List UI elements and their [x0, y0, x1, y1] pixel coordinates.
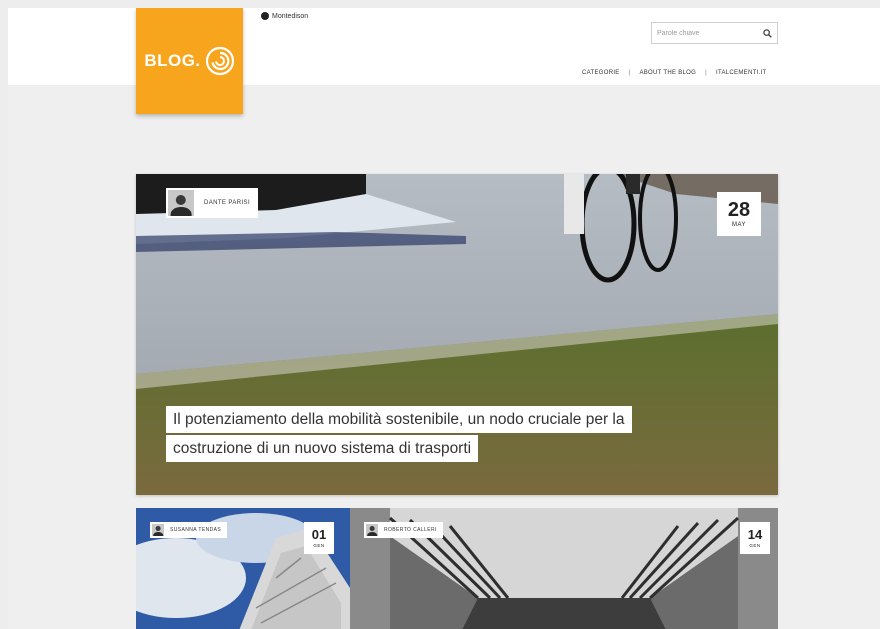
post-title[interactable]: Il potenziamento della mobilità sostenib…: [166, 406, 726, 464]
page-frame: Montedison CATEGORIE | ABOUT THE BLOG | …: [8, 8, 880, 629]
author-badge[interactable]: DANTE PARISI: [166, 188, 259, 218]
search-icon[interactable]: [763, 28, 772, 38]
nav-item-italcementi[interactable]: ITALCEMENTI.IT: [716, 70, 766, 76]
date-month: MAY: [731, 222, 747, 228]
search-input[interactable]: [657, 29, 757, 37]
post-title-line: costruzione di un nuovo sistema di trasp…: [166, 435, 479, 462]
nav-separator: |: [705, 70, 707, 76]
brand-dot-icon: [261, 12, 269, 20]
author-name: DANTE PARISI: [204, 200, 251, 206]
author-avatar: [152, 524, 164, 536]
author-name: SUSANNA TENDAS: [170, 527, 222, 533]
brand-mark[interactable]: Montedison: [261, 12, 308, 20]
date-day: 28: [727, 199, 751, 221]
post-title-line: Il potenziamento della mobilità sostenib…: [166, 406, 632, 433]
date-badge: 01 GEN: [304, 522, 334, 554]
blog-logo[interactable]: BLOG.: [136, 8, 243, 114]
post-card[interactable]: SUSANNA TENDAS 01 GEN: [136, 508, 350, 629]
date-day: 14: [747, 527, 763, 542]
author-name: ROBERTO CALLERI: [384, 527, 437, 533]
search-box[interactable]: [651, 22, 778, 44]
brand-name: Montedison: [272, 12, 309, 20]
nav-item-about[interactable]: ABOUT THE BLOG: [639, 70, 696, 76]
author-badge[interactable]: SUSANNA TENDAS: [150, 522, 228, 538]
spiral-icon: [205, 46, 234, 76]
date-badge: 14 GEN: [740, 522, 770, 554]
date-badge: 28 MAY: [717, 192, 761, 236]
main-nav: CATEGORIE | ABOUT THE BLOG | ITALCEMENTI…: [582, 70, 766, 76]
author-avatar: [366, 524, 378, 536]
date-month: GEN: [313, 543, 325, 548]
nav-separator: |: [628, 70, 631, 76]
author-avatar: [168, 190, 194, 216]
logo-text: BLOG.: [144, 51, 201, 70]
post-card[interactable]: ROBERTO CALLERI 14 GEN: [350, 508, 778, 629]
featured-post[interactable]: DANTE PARISI 28 MAY Il potenziamento del…: [136, 174, 778, 495]
nav-item-categorie[interactable]: CATEGORIE: [582, 70, 620, 76]
date-month: GEN: [749, 543, 761, 548]
date-day: 01: [311, 527, 327, 542]
author-badge[interactable]: ROBERTO CALLERI: [364, 522, 443, 538]
